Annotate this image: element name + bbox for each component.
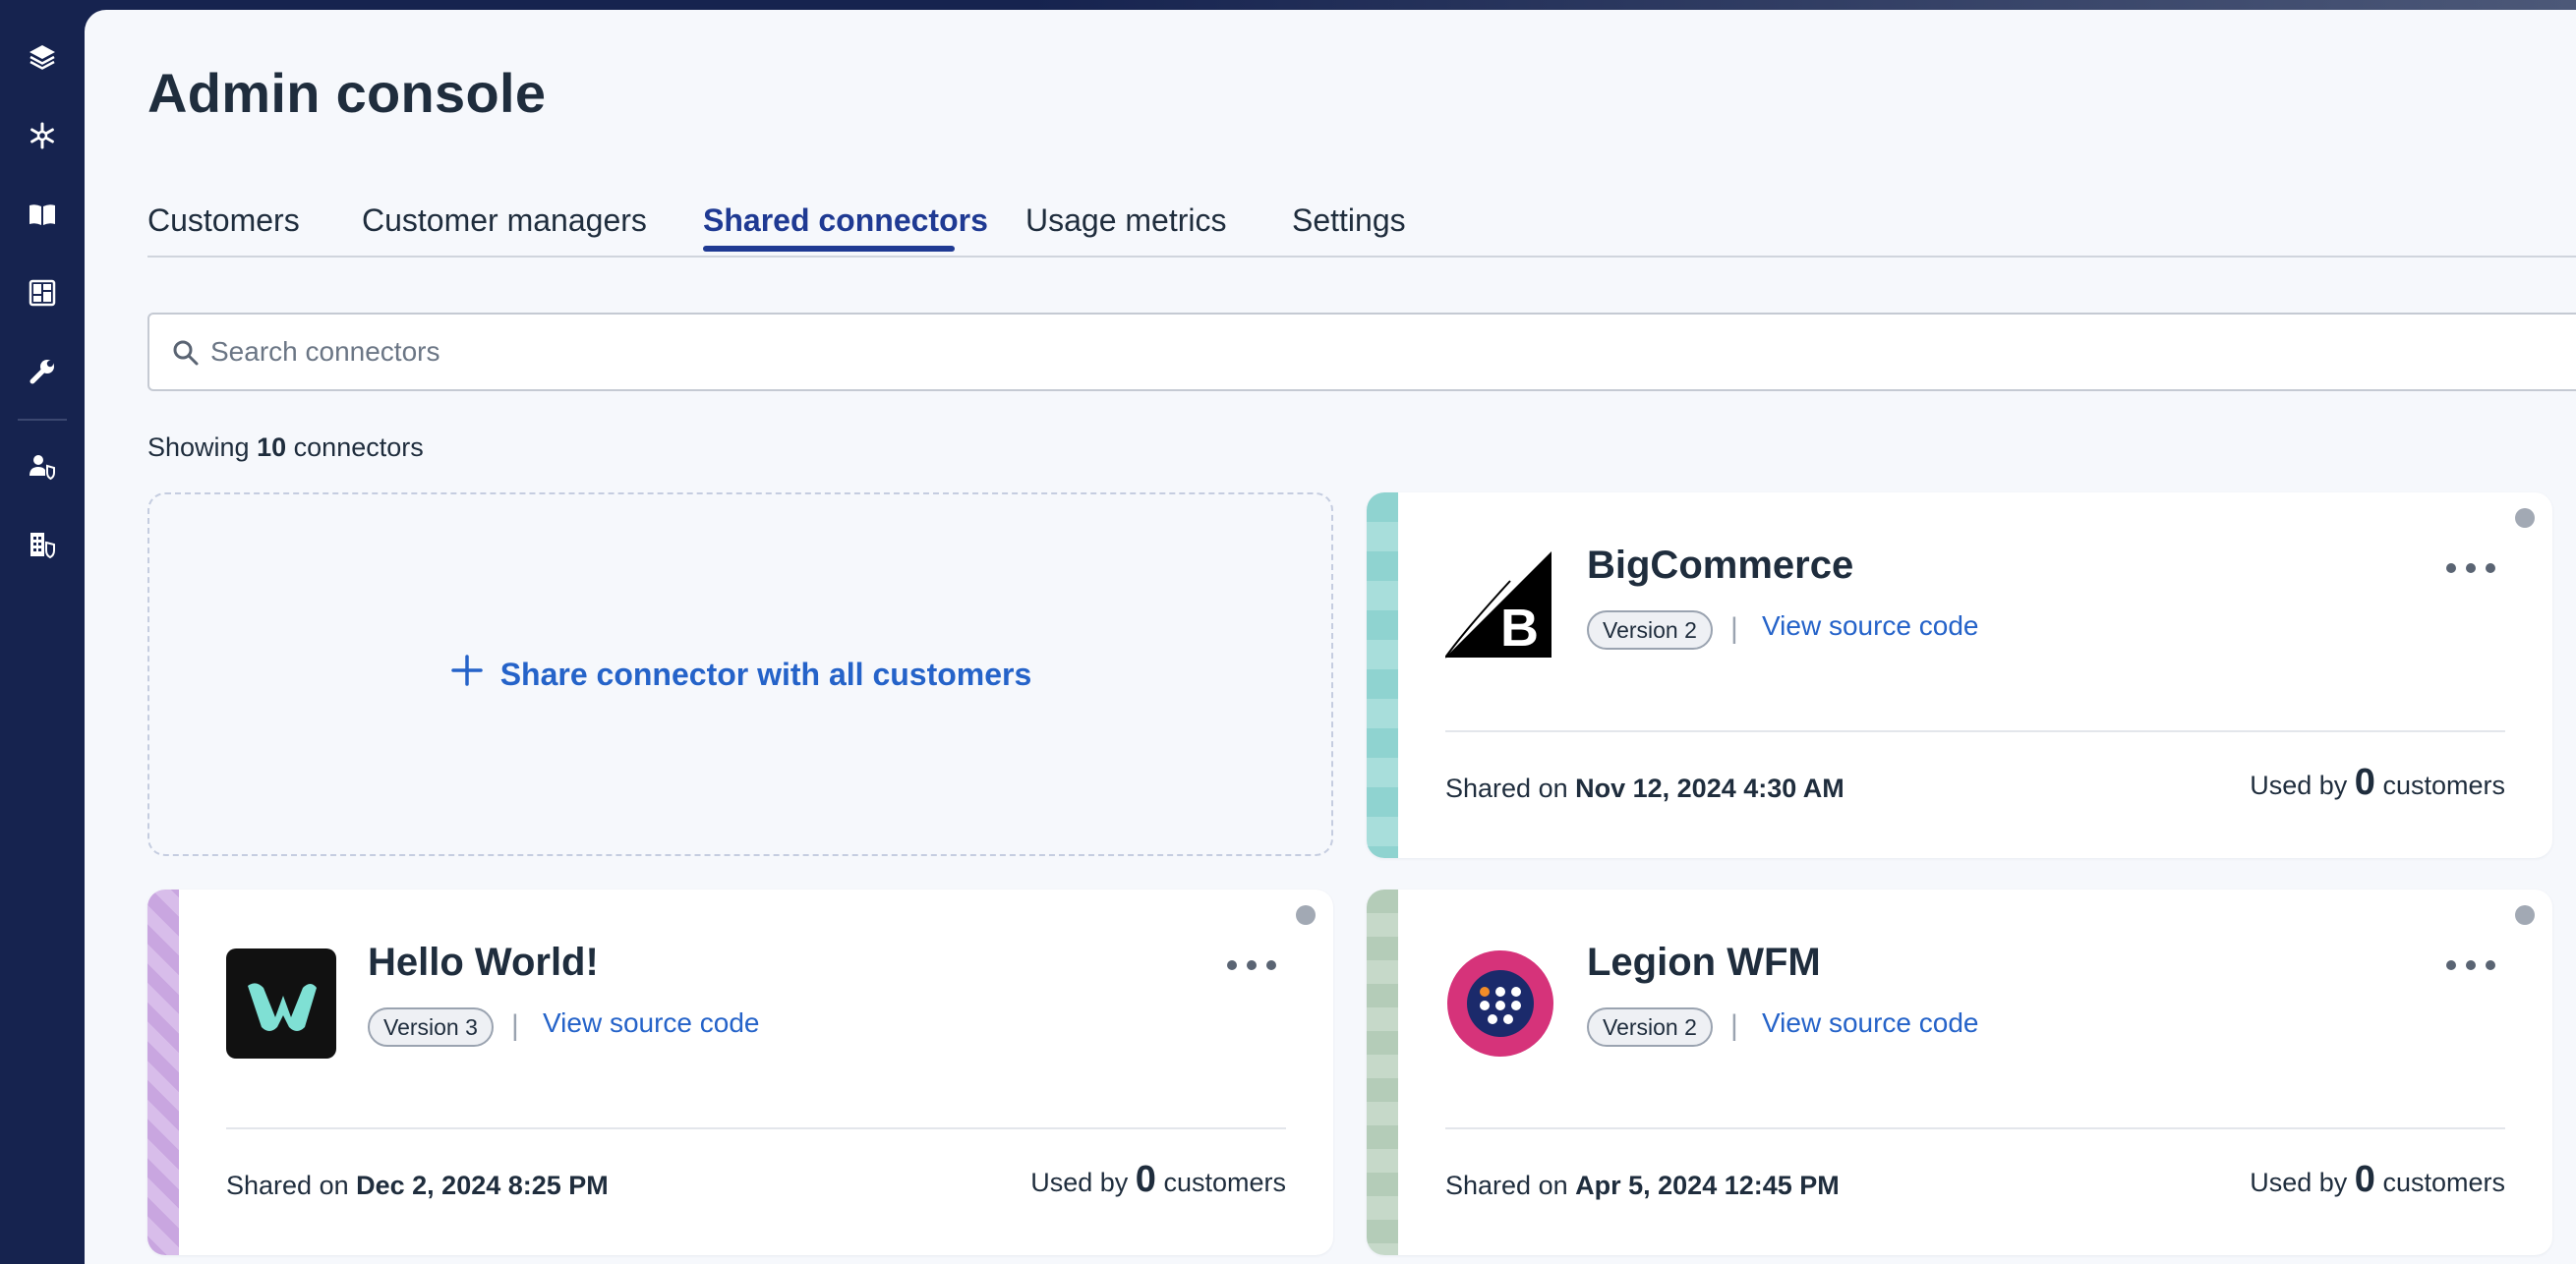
search-box xyxy=(147,313,2576,391)
separator: | xyxy=(1730,612,1738,645)
legion-wfm-logo xyxy=(1445,948,1555,1059)
sidebar-divider xyxy=(18,419,67,421)
tab-shared-connectors[interactable]: Shared connectors xyxy=(703,202,988,239)
search-icon xyxy=(171,338,201,373)
used-count: 0 xyxy=(2354,762,2375,803)
connector-name: Legion WFM xyxy=(1587,941,1821,984)
plus-icon xyxy=(449,653,485,696)
user-shield-icon[interactable] xyxy=(21,444,64,488)
status-indicator xyxy=(2515,508,2535,528)
used-by-label: Used by 0 customers xyxy=(2250,1159,2505,1201)
version-badge: Version 3 xyxy=(368,1007,494,1047)
card-divider xyxy=(1445,1127,2505,1129)
connector-name: Hello World! xyxy=(368,941,599,984)
main-panel: Admin console Customers Customer manager… xyxy=(85,10,2576,1264)
used-by-label: Used by 0 customers xyxy=(2250,762,2505,804)
tab-bar: Customers Customer managers Shared conne… xyxy=(147,191,2576,258)
separator: | xyxy=(511,1009,519,1042)
connector-card[interactable]: Hello World! Version 3 | View source cod… xyxy=(147,890,1333,1255)
shared-prefix: Shared on xyxy=(226,1171,349,1200)
count-suffix: connectors xyxy=(293,432,424,462)
card-stripe xyxy=(1367,492,1398,858)
card-divider xyxy=(1445,730,2505,732)
status-indicator xyxy=(2515,905,2535,925)
wrench-icon[interactable] xyxy=(21,350,64,393)
used-count: 0 xyxy=(2354,1159,2375,1200)
used-prefix: Used by xyxy=(2250,771,2348,800)
shared-prefix: Shared on xyxy=(1445,1171,1568,1200)
shared-on-label: Shared on Nov 12, 2024 4:30 AM xyxy=(1445,774,1844,804)
view-source-link[interactable]: View source code xyxy=(1762,610,1979,642)
shared-prefix: Shared on xyxy=(1445,774,1568,803)
more-options-button[interactable] xyxy=(2446,950,2495,980)
connector-card[interactable]: Legion WFM Version 2 | View source code … xyxy=(1367,890,2552,1255)
shared-on-label: Shared on Apr 5, 2024 12:45 PM xyxy=(1445,1171,1840,1201)
snowflake-icon[interactable] xyxy=(21,114,64,157)
card-divider xyxy=(226,1127,1286,1129)
used-suffix: customers xyxy=(2382,1168,2505,1197)
view-source-link[interactable]: View source code xyxy=(543,1007,760,1039)
search-input[interactable] xyxy=(210,328,2472,375)
bigcommerce-logo: B xyxy=(1444,551,1555,661)
shared-on-label: Shared on Dec 2, 2024 8:25 PM xyxy=(226,1171,609,1201)
tab-customers[interactable]: Customers xyxy=(147,202,300,239)
more-options-button[interactable] xyxy=(2446,553,2495,583)
layers-icon[interactable] xyxy=(21,35,64,79)
card-stripe xyxy=(147,890,179,1255)
count-prefix: Showing xyxy=(147,432,250,462)
used-suffix: customers xyxy=(2382,771,2505,800)
more-options-button[interactable] xyxy=(1227,950,1276,980)
version-badge: Version 2 xyxy=(1587,1007,1713,1047)
connector-name: BigCommerce xyxy=(1587,544,1854,587)
connector-card[interactable]: B BigCommerce Version 2 | View source co… xyxy=(1367,492,2552,858)
separator: | xyxy=(1730,1009,1738,1042)
used-prefix: Used by xyxy=(1030,1168,1129,1197)
building-shield-icon[interactable] xyxy=(21,523,64,566)
shared-date: Dec 2, 2024 8:25 PM xyxy=(356,1171,609,1200)
share-connector-label: Share connector with all customers xyxy=(499,656,1032,692)
book-icon[interactable] xyxy=(21,193,64,236)
used-by-label: Used by 0 customers xyxy=(1030,1159,1286,1201)
tab-usage-metrics[interactable]: Usage metrics xyxy=(1025,202,1227,239)
shared-date: Apr 5, 2024 12:45 PM xyxy=(1575,1171,1840,1200)
tab-settings[interactable]: Settings xyxy=(1292,202,1406,239)
used-prefix: Used by xyxy=(2250,1168,2348,1197)
hello-world-logo xyxy=(226,948,336,1059)
card-stripe xyxy=(1367,890,1398,1255)
used-count: 0 xyxy=(1135,1159,1156,1200)
status-indicator xyxy=(1296,905,1316,925)
connector-count-label: Showing 10 connectors xyxy=(147,432,424,463)
shared-date: Nov 12, 2024 4:30 AM xyxy=(1575,774,1844,803)
tab-customer-managers[interactable]: Customer managers xyxy=(362,202,647,239)
view-source-link[interactable]: View source code xyxy=(1762,1007,1979,1039)
dashboard-icon[interactable] xyxy=(21,271,64,315)
top-gradient-bar xyxy=(0,0,2576,10)
page-title: Admin console xyxy=(147,62,547,124)
count-value: 10 xyxy=(257,432,287,462)
sidebar-nav xyxy=(0,0,85,1264)
share-connector-button[interactable]: Share connector with all customers xyxy=(147,492,1333,856)
used-suffix: customers xyxy=(1163,1168,1286,1197)
version-badge: Version 2 xyxy=(1587,610,1713,650)
active-tab-indicator xyxy=(703,246,955,252)
svg-text:B: B xyxy=(1500,599,1539,658)
